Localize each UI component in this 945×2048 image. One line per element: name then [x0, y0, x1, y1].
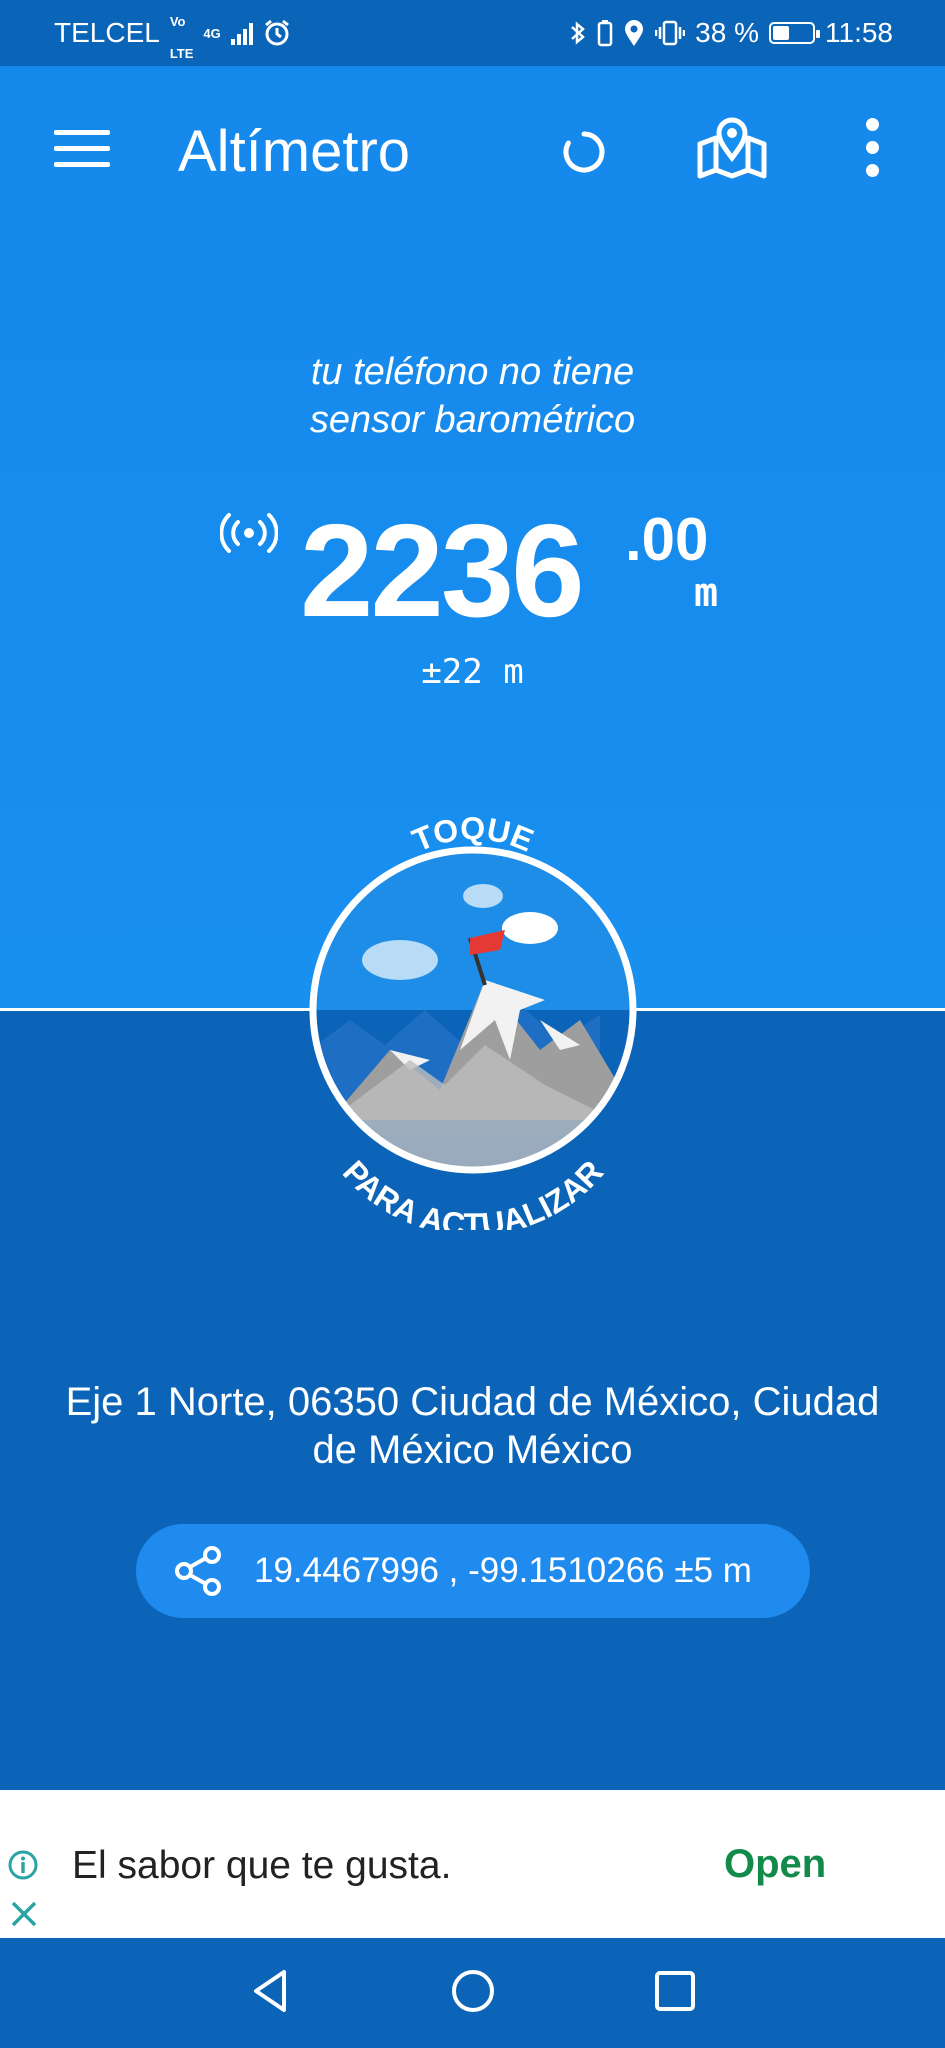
battery-saver-icon: [597, 20, 613, 47]
address-text: Eje 1 Norte, 06350 Ciudad de México, Ciu…: [65, 1380, 880, 1472]
recent-apps-icon[interactable]: [652, 1968, 698, 2014]
back-icon[interactable]: [246, 1966, 296, 2016]
no-sensor-line-2: sensor barométrico: [309, 399, 636, 441]
status-bar: TELCEL Vo LTE 4G 38 % 11:58: [0, 0, 945, 66]
no-sensor-message: tu teléfono no tiene sensor barométrico: [0, 348, 945, 444]
tap-to-update-badge[interactable]: TOQUE PARA ACTUALIZAR: [290, 790, 656, 1230]
location-icon: [625, 20, 644, 46]
volte-indicator: Vo LTE: [170, 1, 194, 65]
ad-text: El sabor que te gusta.: [72, 1844, 452, 1887]
app-title: Altímetro: [178, 119, 411, 184]
menu-icon[interactable]: [54, 130, 110, 170]
altitude-decimal: .00: [625, 506, 709, 573]
no-sensor-line-1: tu teléfono no tiene: [310, 351, 635, 393]
info-icon[interactable]: [8, 1850, 38, 1880]
battery-percent: 38 %: [695, 17, 759, 48]
share-icon: [175, 1546, 221, 1596]
volte-top: Vo: [169, 14, 186, 29]
coordinates-text: 19.4467996 , -99.1510266 ±5 m: [254, 1551, 752, 1590]
battery-icon: [769, 22, 820, 44]
alarm-icon: [264, 19, 289, 46]
gps-signal-icon: [220, 513, 278, 553]
status-left: TELCEL Vo LTE 4G: [54, 1, 291, 65]
network-type: 4G: [203, 25, 221, 41]
share-coordinates-button[interactable]: 19.4467996 , -99.1510266 ±5 m: [136, 1524, 810, 1618]
volte-bottom: LTE: [169, 46, 194, 61]
status-right: 38 % 11:58: [569, 17, 893, 49]
close-icon[interactable]: [10, 1900, 38, 1928]
carrier-label: TELCEL: [54, 17, 160, 48]
altitude-unit: m: [694, 570, 719, 616]
home-icon[interactable]: [448, 1966, 498, 2016]
signal-icon: [230, 21, 253, 45]
ad-open-button[interactable]: Open: [724, 1842, 826, 1887]
vibrate-icon: [655, 20, 686, 46]
bluetooth-icon: [571, 21, 586, 45]
map-icon[interactable]: [694, 112, 770, 182]
altitude-value: 2236: [300, 497, 585, 644]
refresh-icon[interactable]: [560, 128, 608, 176]
altitude-accuracy: ±22 m: [421, 652, 524, 692]
more-options-icon[interactable]: [860, 118, 884, 182]
status-time: 11:58: [825, 17, 893, 48]
